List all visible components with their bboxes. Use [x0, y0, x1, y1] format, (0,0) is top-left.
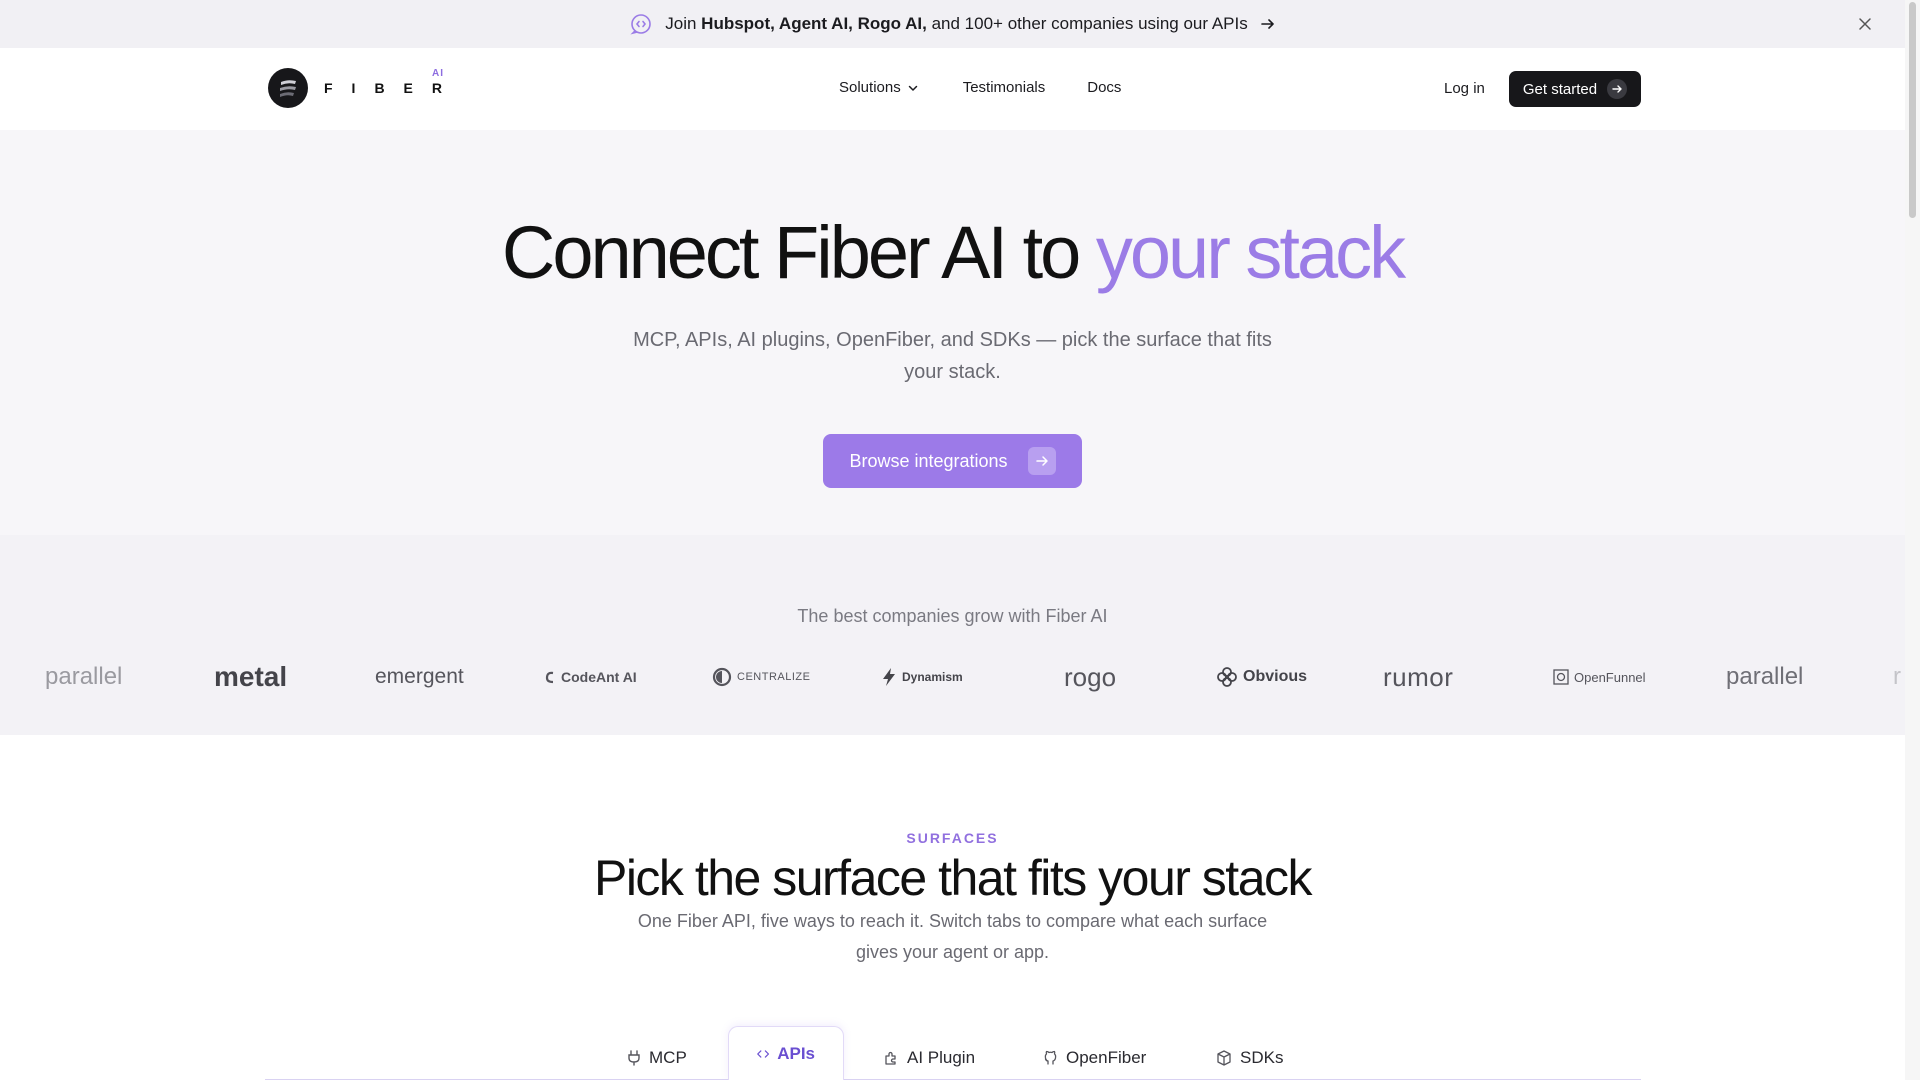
brand-logo-parallel-repeat: parallel — [1726, 657, 1803, 697]
brand-logo-dynamism: Dynamism — [881, 657, 963, 697]
logo-wordmark: FIBER — [324, 80, 461, 96]
announcement-companies: Hubspot, Agent AI, Rogo AI, — [701, 14, 927, 33]
chat-bubble-icon — [630, 14, 652, 35]
surfaces-title: Pick the surface that fits your stack — [593, 850, 1313, 906]
brand-name: parallel — [45, 663, 123, 690]
surfaces-subtitle: One Fiber API, five ways to reach it. Sw… — [637, 911, 1268, 962]
brand-logo-codeant: CodeAnt AI — [544, 657, 637, 697]
brand-logo-metal: metal — [214, 657, 287, 697]
fiber-logo-mark-icon — [268, 68, 308, 108]
codeant-icon — [544, 670, 556, 684]
brand-name: CodeAnt AI — [561, 669, 637, 685]
chevron-down-icon — [908, 85, 917, 91]
nav-docs[interactable]: Docs — [1087, 79, 1121, 96]
plug-icon — [628, 1050, 640, 1066]
close-icon[interactable] — [1855, 14, 1875, 34]
arrow-right-icon — [1027, 447, 1056, 475]
tab-label: SDKs — [1240, 1048, 1284, 1067]
brand-name: Dynamism — [902, 670, 963, 684]
brand-logo-rumor: rumor — [1383, 657, 1453, 697]
hero-title: Connect Fiber AI to your stack — [0, 210, 1905, 295]
code-icon — [757, 1050, 770, 1058]
announcement-text[interactable]: Join Hubspot, Agent AI, Rogo AI, and 100… — [665, 14, 1247, 34]
surfaces-section: SURFACES Pick the surface that fits your… — [0, 735, 1905, 1080]
tab-openfiber[interactable]: OpenFiber — [1043, 1036, 1146, 1080]
hero-title-accent: your stack — [1095, 211, 1406, 294]
brand-name: rogo — [1064, 661, 1117, 692]
brand-logo-centralize: CENTRALIZE — [712, 657, 810, 697]
brand-logo-partial: r — [1893, 657, 1901, 697]
nav-testimonials[interactable]: Testimonials — [963, 79, 1046, 96]
brand-name: metal — [214, 661, 288, 692]
nav-solutions-label: Solutions — [839, 79, 901, 96]
logo-ai-badge: AI — [432, 68, 444, 79]
brand-name: parallel — [1726, 663, 1804, 690]
tab-mcp[interactable]: MCP — [627, 1036, 687, 1080]
brand-name: r — [1893, 663, 1901, 690]
arrow-right-icon[interactable] — [1260, 16, 1276, 32]
nav-links: Solutions Testimonials Docs — [839, 79, 1121, 96]
tab-label: MCP — [649, 1048, 687, 1067]
arrow-right-icon — [1607, 79, 1628, 99]
brand-name: Obvious — [1243, 668, 1308, 685]
brand-logo-openfunnel: OpenFunnel — [1553, 657, 1646, 697]
surfaces-eyebrow: SURFACES — [906, 830, 999, 846]
brand-logo-rogo: rogo — [1064, 657, 1116, 697]
logos-caption: The best companies grow with Fiber AI — [797, 606, 1108, 626]
hero-subtitle: MCP, APIs, AI plugins, OpenFiber, and SD… — [633, 329, 1272, 383]
tab-label: APIs — [777, 1044, 815, 1063]
scrollbar-thumb[interactable] — [1909, 2, 1916, 218]
browse-integrations-label: Browse integrations — [849, 450, 1008, 471]
hero-title-main: Connect Fiber AI to — [501, 211, 1096, 294]
brand-name: OpenFunnel — [1574, 669, 1646, 685]
fiber-logo[interactable]: FIBER AI — [268, 68, 461, 108]
tab-sdks[interactable]: SDKs — [1216, 1036, 1283, 1080]
logo-carousel: parallel metal emergent CodeAnt AI CENTR… — [0, 657, 1905, 697]
centralize-icon — [712, 667, 732, 687]
openfunnel-icon — [1553, 669, 1569, 685]
tab-label: OpenFiber — [1066, 1048, 1147, 1067]
puzzle-icon — [885, 1051, 896, 1065]
flower-icon — [1216, 666, 1238, 688]
brand-logo-emergent: emergent — [375, 657, 464, 697]
nav-solutions[interactable]: Solutions — [839, 79, 919, 96]
brand-name: rumor — [1383, 661, 1454, 692]
brand-logo-parallel: parallel — [45, 657, 122, 697]
brand-name: emergent — [375, 665, 464, 688]
login-link[interactable]: Log in — [1444, 80, 1485, 97]
announcement-bar: Join Hubspot, Agent AI, Rogo AI, and 100… — [0, 0, 1905, 48]
tab-ai-plugin[interactable]: AI Plugin — [883, 1036, 975, 1080]
announcement-suffix: and 100+ other companies using our APIs — [926, 14, 1248, 33]
get-started-button[interactable]: Get started — [1509, 71, 1641, 107]
surface-tabs: MCP APIs AI Plugin OpenFiber SDKs — [265, 1020, 1641, 1080]
brand-logo-obvious: Obvious — [1216, 657, 1307, 697]
browse-integrations-button[interactable]: Browse integrations — [823, 434, 1082, 488]
top-navbar: FIBER AI Solutions Testimonials Docs Log… — [0, 48, 1905, 130]
hero-section: Connect Fiber AI to your stack MCP, APIs… — [0, 130, 1905, 535]
customer-logos-section: The best companies grow with Fiber AI pa… — [0, 535, 1905, 735]
lightning-icon — [881, 667, 897, 687]
tab-apis[interactable]: APIs — [728, 1026, 844, 1080]
announcement-prefix: Join — [665, 14, 702, 33]
tab-label: AI Plugin — [907, 1048, 976, 1067]
brand-name: CENTRALIZE — [737, 671, 811, 683]
get-started-label: Get started — [1522, 80, 1598, 98]
page-scrollbar[interactable] — [1905, 0, 1920, 1080]
github-icon — [1044, 1050, 1057, 1065]
package-icon — [1217, 1050, 1231, 1066]
